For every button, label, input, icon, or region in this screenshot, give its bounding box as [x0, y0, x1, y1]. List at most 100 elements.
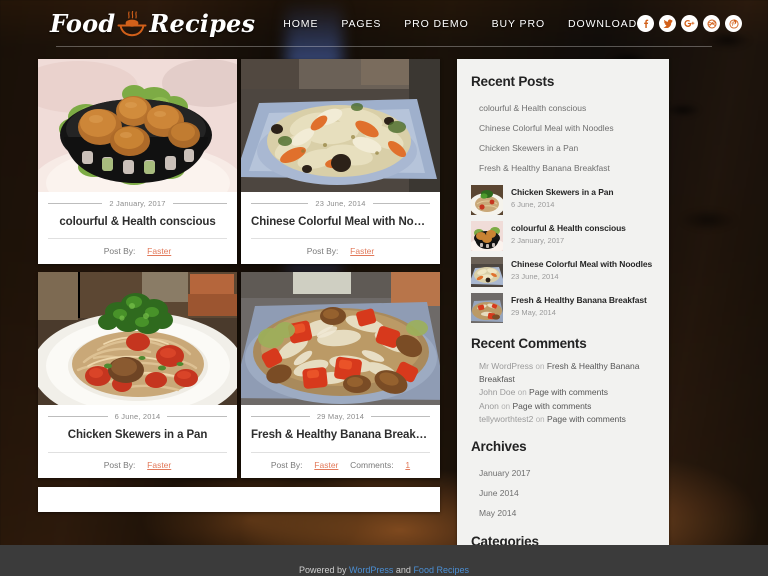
comment-post-title[interactable]: Page with comments: [529, 387, 608, 397]
food-recipes-link[interactable]: Food Recipes: [413, 565, 469, 575]
nav-pages[interactable]: PAGES: [341, 18, 381, 30]
recent-post-title[interactable]: Chicken Skewers in a Pan: [511, 187, 614, 197]
post-thumbnail-pasta-blue-plate[interactable]: [241, 59, 440, 192]
twitter-icon[interactable]: [659, 15, 677, 32]
facebook-icon[interactable]: [637, 15, 655, 32]
site-logo[interactable]: Food Recipes: [50, 9, 255, 38]
post-title[interactable]: colourful & Health conscious: [48, 215, 227, 229]
archive-link[interactable]: May 2014: [471, 507, 516, 519]
date-rule-left: [251, 203, 309, 204]
recent-post-date: 2 January, 2017: [511, 236, 565, 246]
list-item: Mr WordPress on Fresh & Healthy Banana B…: [471, 360, 655, 385]
main-nav: HOME PAGES PRO DEMO BUY PRO DOWNLOAD: [283, 18, 637, 30]
post-author[interactable]: Faster: [147, 246, 171, 256]
list-item[interactable]: colourful & Health conscious 2 January, …: [471, 221, 655, 251]
post-title[interactable]: Fresh & Healthy Banana Breakfast: [251, 428, 430, 442]
nav-buy-pro[interactable]: BUY PRO: [492, 18, 545, 30]
recent-post-thumbnail-fried-chicken-basket[interactable]: [471, 221, 503, 251]
list-item: June 2014: [471, 483, 655, 501]
post-date-row: 2 January, 2017: [48, 199, 228, 208]
comments-count[interactable]: 1: [405, 460, 410, 470]
page-root: Food Recipes HOME PAGES PRO DEMO BUY PRO…: [0, 0, 768, 576]
dribbble-icon[interactable]: [703, 15, 721, 32]
list-item: Chicken Skewers in a Pan: [471, 138, 655, 156]
list-item: John Doe on Page with comments: [471, 386, 655, 399]
recent-posts-thumb-list: Chicken Skewers in a Pan 6 June, 2014 co…: [471, 185, 655, 323]
post-body: 2 January, 2017 colourful & Health consc…: [38, 192, 237, 264]
widget-title-recent-posts: Recent Posts: [471, 74, 555, 89]
post-thumbnail-fried-chicken-basket[interactable]: [38, 59, 237, 192]
recent-post-link[interactable]: Chinese Colorful Meal with Noodles: [471, 122, 614, 134]
post-card[interactable]: 29 May, 2014 Fresh & Healthy Banana Brea…: [241, 272, 440, 478]
date-rule-left: [251, 416, 310, 418]
recent-post-title[interactable]: Fresh & Healthy Banana Breakfast: [511, 295, 647, 305]
posts-grid: 2 January, 2017 colourful & Health consc…: [38, 59, 440, 478]
widget-title-archives: Archives: [471, 438, 527, 454]
wordpress-link[interactable]: WordPress: [349, 565, 393, 575]
post-meta: Post By: Faster: [48, 238, 227, 264]
logo-word-recipes: Recipes: [149, 9, 256, 38]
date-rule-right: [167, 416, 227, 418]
recent-post-link[interactable]: Fresh & Healthy Banana Breakfast: [471, 162, 610, 174]
post-thumbnail-spaghetti-white-bowl[interactable]: [38, 272, 237, 406]
post-title[interactable]: Chicken Skewers in a Pan: [48, 428, 227, 442]
list-item[interactable]: Fresh & Healthy Banana Breakfast 29 May,…: [471, 293, 655, 323]
post-card[interactable]: 2 January, 2017 colourful & Health consc…: [38, 59, 237, 265]
post-card[interactable]: 23 June, 2014 Chinese Colorful Meal with…: [241, 59, 440, 265]
post-meta: Post By: Faster: [251, 238, 430, 264]
recent-post-date: 23 June, 2014: [511, 272, 559, 282]
widget-recent-comments: Recent Comments Mr WordPress on Fresh & …: [471, 336, 655, 426]
post-date-row: 6 June, 2014: [48, 412, 227, 421]
post-author[interactable]: Faster: [147, 460, 171, 470]
list-item: tellyworthtest2 on Page with comments: [471, 413, 655, 426]
comment-post-title[interactable]: Page with comments: [513, 401, 592, 411]
recent-post-thumbnail-rice-vegetables-plate[interactable]: [471, 293, 503, 323]
post-card[interactable]: 6 June, 2014 Chicken Skewers in a Pan Po…: [38, 272, 237, 478]
post-by-label: Post By:: [270, 459, 303, 470]
archive-link[interactable]: January 2017: [471, 467, 531, 479]
nav-download[interactable]: DOWNLOAD: [568, 18, 637, 30]
recent-post-thumbnail-spaghetti-white-bowl[interactable]: [471, 185, 503, 215]
widget-recent-posts: Recent Posts colourful & Health consciou…: [471, 74, 655, 323]
post-author[interactable]: Faster: [314, 460, 338, 470]
list-item: May 2014: [471, 503, 655, 521]
list-item[interactable]: Chicken Skewers in a Pan 6 June, 2014: [471, 185, 655, 215]
widget-title-recent-comments: Recent Comments: [471, 336, 587, 351]
recent-post-title[interactable]: Chinese Colorful Meal with Noodles: [511, 259, 652, 269]
recent-post-date: 29 May, 2014: [511, 308, 556, 318]
archive-link[interactable]: June 2014: [471, 487, 519, 499]
recent-post-link[interactable]: colourful & Health conscious: [471, 102, 586, 114]
comment-on-label: on: [517, 387, 527, 397]
post-date: 2 January, 2017: [109, 199, 166, 208]
content-area: 2 January, 2017 colourful & Health consc…: [0, 47, 768, 576]
recent-post-thumbnail-pasta-blue-plate[interactable]: [471, 257, 503, 287]
date-rule-left: [48, 203, 103, 204]
recent-post-title[interactable]: colourful & Health conscious: [511, 223, 626, 233]
footer-credit: Powered by WordPress and Food Recipes: [299, 565, 469, 576]
recent-post-text: Chinese Colorful Meal with Noodles 23 Ju…: [511, 257, 652, 281]
pinterest-icon[interactable]: [725, 15, 743, 32]
comment-author[interactable]: Mr WordPress: [479, 361, 533, 371]
nav-home[interactable]: HOME: [283, 18, 318, 30]
recent-post-link[interactable]: Chicken Skewers in a Pan: [471, 142, 578, 154]
bottom-white-panel: [38, 486, 440, 512]
post-title[interactable]: Chinese Colorful Meal with Nood…: [251, 215, 430, 229]
comment-author[interactable]: John Doe: [479, 387, 515, 397]
post-body: 23 June, 2014 Chinese Colorful Meal with…: [241, 192, 440, 264]
widget-archives: Archives January 2017 June 2014 May 2014: [471, 439, 655, 521]
bowl-icon: [117, 10, 147, 36]
comment-author[interactable]: tellyworthtest2: [479, 414, 533, 424]
post-author[interactable]: Faster: [350, 246, 374, 256]
post-thumbnail-rice-vegetables-plate[interactable]: [241, 272, 440, 406]
comment-author[interactable]: Anon: [479, 401, 499, 411]
post-date: 6 June, 2014: [114, 412, 161, 422]
recent-posts-link-list: colourful & Health conscious Chinese Col…: [471, 98, 655, 176]
recent-post-date: 6 June, 2014: [511, 200, 555, 210]
list-item[interactable]: Chinese Colorful Meal with Noodles 23 Ju…: [471, 257, 655, 287]
recent-post-text: colourful & Health conscious 2 January, …: [511, 221, 626, 245]
post-by-label: Post By:: [306, 246, 339, 257]
post-date: 23 June, 2014: [315, 199, 366, 208]
comment-post-title[interactable]: Page with comments: [547, 414, 626, 424]
google-plus-icon[interactable]: [681, 15, 699, 32]
nav-pro-demo[interactable]: PRO DEMO: [404, 18, 468, 30]
